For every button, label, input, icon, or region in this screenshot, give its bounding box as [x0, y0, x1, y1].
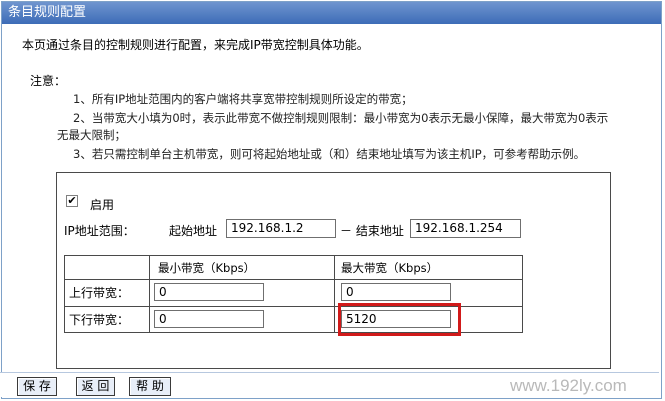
download-label-cell: 下行带宽： — [64, 305, 150, 334]
watermark: www.192ly.com — [510, 376, 627, 395]
note-line-3: 3、若只需控制单台主机带宽，则可将起始地址或（和）结束地址填写为该主机IP，可参… — [73, 147, 586, 161]
end-address-input[interactable]: 192.168.1.254 — [410, 219, 521, 238]
max-bandwidth-header-text: 最大带宽（Kbps） — [341, 260, 439, 275]
header-blank — [64, 254, 150, 281]
note-line-2-cont: 无最大限制； — [57, 128, 126, 142]
download-bandwidth-label: 下行带宽： — [69, 312, 130, 327]
upload-min-input[interactable]: 0 — [154, 283, 264, 302]
window-title: 条目规则配置 — [2, 2, 661, 24]
notes-title: 注意： — [30, 74, 67, 88]
intro-text: 本页通过条目的控制规则进行配置，来完成IP带宽控制具体功能。 — [22, 38, 369, 52]
enable-checkbox[interactable]: ✔ — [66, 195, 78, 207]
enable-label: 启用 — [90, 198, 115, 212]
ip-range-label: IP地址范围： — [64, 224, 135, 238]
start-address-input[interactable]: 192.168.1.2 — [226, 219, 336, 238]
upload-max-input[interactable]: 0 — [341, 283, 451, 302]
checkmark-icon: ✔ — [67, 194, 77, 207]
upload-label-cell: 上行带宽： — [64, 279, 150, 307]
save-button[interactable]: 保 存 — [17, 377, 57, 396]
upload-min-cell: 0 — [149, 279, 335, 307]
highlight-box — [338, 303, 461, 336]
min-bandwidth-header: 最小带宽（Kbps） — [149, 254, 335, 281]
note-line-1: 1、所有IP地址范围内的客户端将共享宽带控制规则所设定的带宽； — [73, 92, 413, 106]
back-button[interactable]: 返 回 — [76, 377, 115, 396]
min-bandwidth-header-text: 最小带宽（Kbps） — [158, 260, 256, 275]
start-address-label: 起始地址 — [169, 224, 218, 238]
upload-bandwidth-label: 上行带宽： — [69, 286, 130, 301]
help-button[interactable]: 帮 助 — [129, 377, 171, 396]
download-min-input[interactable]: 0 — [154, 309, 264, 328]
end-address-label: － 结束地址 — [340, 224, 404, 238]
download-min-cell: 0 — [149, 305, 335, 334]
note-line-2: 2、当带宽大小填为0时，表示此带宽不做控制规则限制：最小带宽为0表示无最小保障，… — [73, 111, 609, 125]
max-bandwidth-header: 最大带宽（Kbps） — [334, 254, 523, 281]
